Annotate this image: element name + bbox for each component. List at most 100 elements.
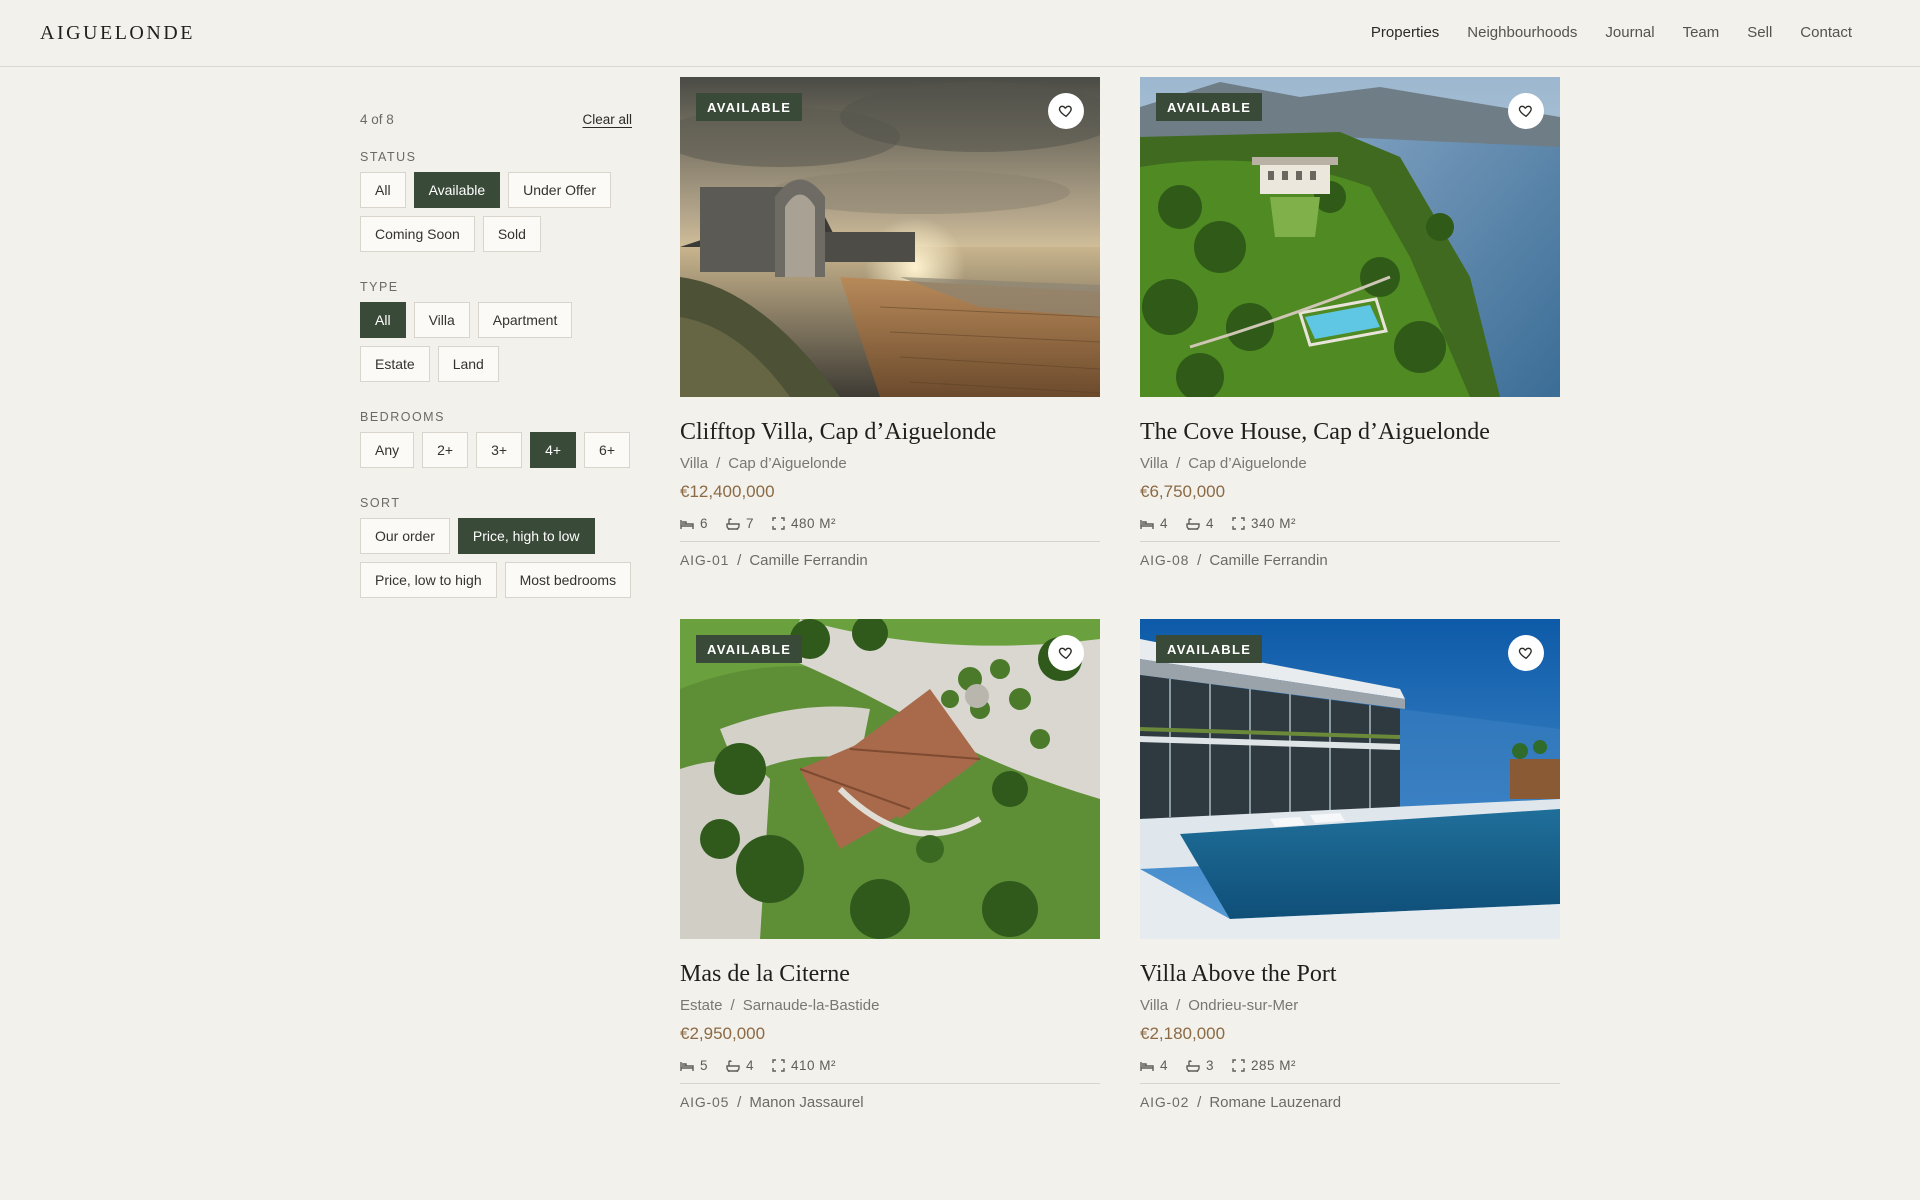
status-badge: AVAILABLE — [1156, 93, 1263, 121]
nav-properties[interactable]: Properties — [1371, 24, 1439, 41]
listing-title[interactable]: Villa Above the Port — [1140, 959, 1560, 989]
favorite-button[interactable] — [1048, 93, 1084, 129]
listing-meta: Villa / Ondrieu-sur-Mer — [1140, 997, 1299, 1014]
beds-count: 4 — [1160, 516, 1169, 531]
listing-title[interactable]: The Cove House, Cap d’Aiguelonde — [1140, 417, 1560, 447]
status-badge: AVAILABLE — [1156, 635, 1263, 663]
listing-footer: AIG-02/Romane Lauzenard — [1140, 1094, 1342, 1111]
listing-title[interactable]: Mas de la Citerne — [680, 959, 1100, 989]
type-chip-apartment[interactable]: Apartment — [477, 302, 573, 338]
listing-location: Sarnaude-la-Bastide — [742, 997, 880, 1014]
bedrooms-filter: BEDROOMS Any 2+ 3+ 4+ 6+ — [360, 410, 632, 468]
clear-all-link[interactable]: Clear all — [582, 112, 632, 127]
listing-ref: AIG-05 — [680, 1094, 730, 1110]
area-value: 480 M² — [791, 516, 837, 531]
nav-journal[interactable]: Journal — [1605, 24, 1654, 41]
status-badge: AVAILABLE — [696, 93, 803, 121]
listing-ref: AIG-08 — [1140, 552, 1190, 568]
listing-specs: 4 3 285 M² — [1140, 1058, 1560, 1073]
cove-house-photo[interactable]: AVAILABLE — [1140, 77, 1560, 397]
bath-icon — [726, 517, 740, 530]
area-icon — [772, 517, 785, 530]
type-chip-villa[interactable]: Villa — [413, 302, 470, 338]
listing-agent[interactable]: Manon Jassaurel — [749, 1094, 863, 1111]
sort-label: SORT — [360, 496, 401, 510]
listing-price: €12,400,000 — [680, 482, 775, 501]
mas-de-la-citerne-photo[interactable]: AVAILABLE — [680, 619, 1100, 939]
baths-count: 4 — [1206, 516, 1215, 531]
listing-location: Cap d’Aiguelonde — [728, 455, 847, 472]
main-nav: Properties Neighbourhoods Journal Team S… — [1371, 24, 1852, 41]
listing-card[interactable]: AVAILABLE Mas de la Citerne Estate / Sarna… — [680, 619, 1100, 1111]
listing-type: Villa — [680, 455, 709, 472]
sort-chip-our-order[interactable]: Our order — [360, 518, 450, 554]
bath-icon — [726, 1059, 740, 1072]
brand-logo[interactable]: AIGUELONDE — [40, 22, 195, 45]
status-chip-under-offer[interactable]: Under Offer — [508, 172, 612, 208]
type-chip-all[interactable]: All — [360, 302, 406, 338]
listing-footer: AIG-08/Camille Ferrandin — [1140, 552, 1328, 569]
type-chip-land[interactable]: Land — [437, 346, 499, 382]
listing-agent[interactable]: Camille Ferrandin — [1209, 552, 1327, 569]
bedrooms-chip-4plus[interactable]: 4+ — [530, 432, 577, 468]
bedrooms-chip-2plus[interactable]: 2+ — [422, 432, 469, 468]
card-divider — [1140, 541, 1560, 542]
status-chip-coming-soon[interactable]: Coming Soon — [360, 216, 475, 252]
favorite-button[interactable] — [1508, 635, 1544, 671]
listing-agent[interactable]: Romane Lauzenard — [1209, 1094, 1341, 1111]
listing-image — [1140, 619, 1560, 939]
favorite-button[interactable] — [1508, 93, 1544, 129]
sort-chip-price-high-low[interactable]: Price, high to low — [457, 518, 595, 554]
listing-meta: Villa / Cap d’Aiguelonde — [680, 455, 847, 472]
heart-icon — [1518, 647, 1532, 660]
listing-specs: 5 4 410 M² — [680, 1058, 1100, 1073]
status-chip-available[interactable]: Available — [413, 172, 501, 208]
sort-filter: SORT Our order Price, high to low Price,… — [360, 496, 632, 598]
nav-contact[interactable]: Contact — [1800, 24, 1852, 41]
status-filter: STATUS All Available Under Offer Coming … — [360, 150, 632, 252]
listing-ref: AIG-02 — [1140, 1094, 1190, 1110]
nav-sell[interactable]: Sell — [1747, 24, 1772, 41]
nav-neighbourhoods[interactable]: Neighbourhoods — [1467, 24, 1577, 41]
baths-count: 7 — [746, 516, 755, 531]
baths-count: 3 — [1206, 1058, 1215, 1073]
card-divider — [680, 1083, 1100, 1084]
bed-icon — [1140, 1061, 1154, 1071]
listing-card[interactable]: AVAILABLE The Cove House, Cap d’Aiguelon… — [1140, 77, 1560, 569]
listing-image — [680, 619, 1100, 939]
listing-specs: 6 7 480 M² — [680, 516, 1100, 531]
listing-card[interactable]: AVAILABLE Clifftop Villa, Cap d’Aiguelon… — [680, 77, 1100, 569]
bedrooms-chip-3plus[interactable]: 3+ — [476, 432, 523, 468]
favorite-button[interactable] — [1048, 635, 1084, 671]
bedrooms-chip-any[interactable]: Any — [360, 432, 415, 468]
listing-image — [680, 77, 1100, 397]
listing-location: Cap d’Aiguelonde — [1188, 455, 1307, 472]
type-chip-estate[interactable]: Estate — [360, 346, 430, 382]
bedrooms-chip-6plus[interactable]: 6+ — [584, 432, 630, 468]
bed-icon — [1140, 519, 1154, 529]
bed-icon — [680, 519, 694, 529]
listing-location: Ondrieu-sur-Mer — [1188, 997, 1299, 1014]
beds-count: 5 — [700, 1058, 709, 1073]
beds-count: 6 — [700, 516, 709, 531]
beds-count: 4 — [1160, 1058, 1169, 1073]
sort-chip-most-bedrooms[interactable]: Most bedrooms — [504, 562, 632, 598]
heart-icon — [1058, 105, 1072, 118]
site-header: AIGUELONDE Properties Neighbourhoods Jou… — [0, 0, 1920, 67]
clifftop-villa-photo[interactable]: AVAILABLE — [680, 77, 1100, 397]
heart-icon — [1058, 647, 1072, 660]
sort-chip-price-low-high[interactable]: Price, low to high — [360, 562, 497, 598]
listing-card[interactable]: AVAILABLE Villa Above the Port Villa / Ond… — [1140, 619, 1560, 1111]
villa-above-the-port-photo[interactable]: AVAILABLE — [1140, 619, 1560, 939]
listing-specs: 4 4 340 M² — [1140, 516, 1560, 531]
status-chip-sold[interactable]: Sold — [482, 216, 541, 252]
listing-price: €2,950,000 — [680, 1024, 766, 1043]
status-chip-all[interactable]: All — [360, 172, 406, 208]
listing-agent[interactable]: Camille Ferrandin — [749, 552, 867, 569]
listing-price: €6,750,000 — [1140, 482, 1226, 501]
results-summary: 4 of 8 Clear all — [360, 108, 632, 130]
listing-title[interactable]: Clifftop Villa, Cap d’Aiguelonde — [680, 417, 1100, 447]
nav-team[interactable]: Team — [1683, 24, 1720, 41]
listing-meta: Estate / Sarnaude-la-Bastide — [680, 997, 880, 1014]
listing-type: Villa — [1140, 997, 1169, 1014]
